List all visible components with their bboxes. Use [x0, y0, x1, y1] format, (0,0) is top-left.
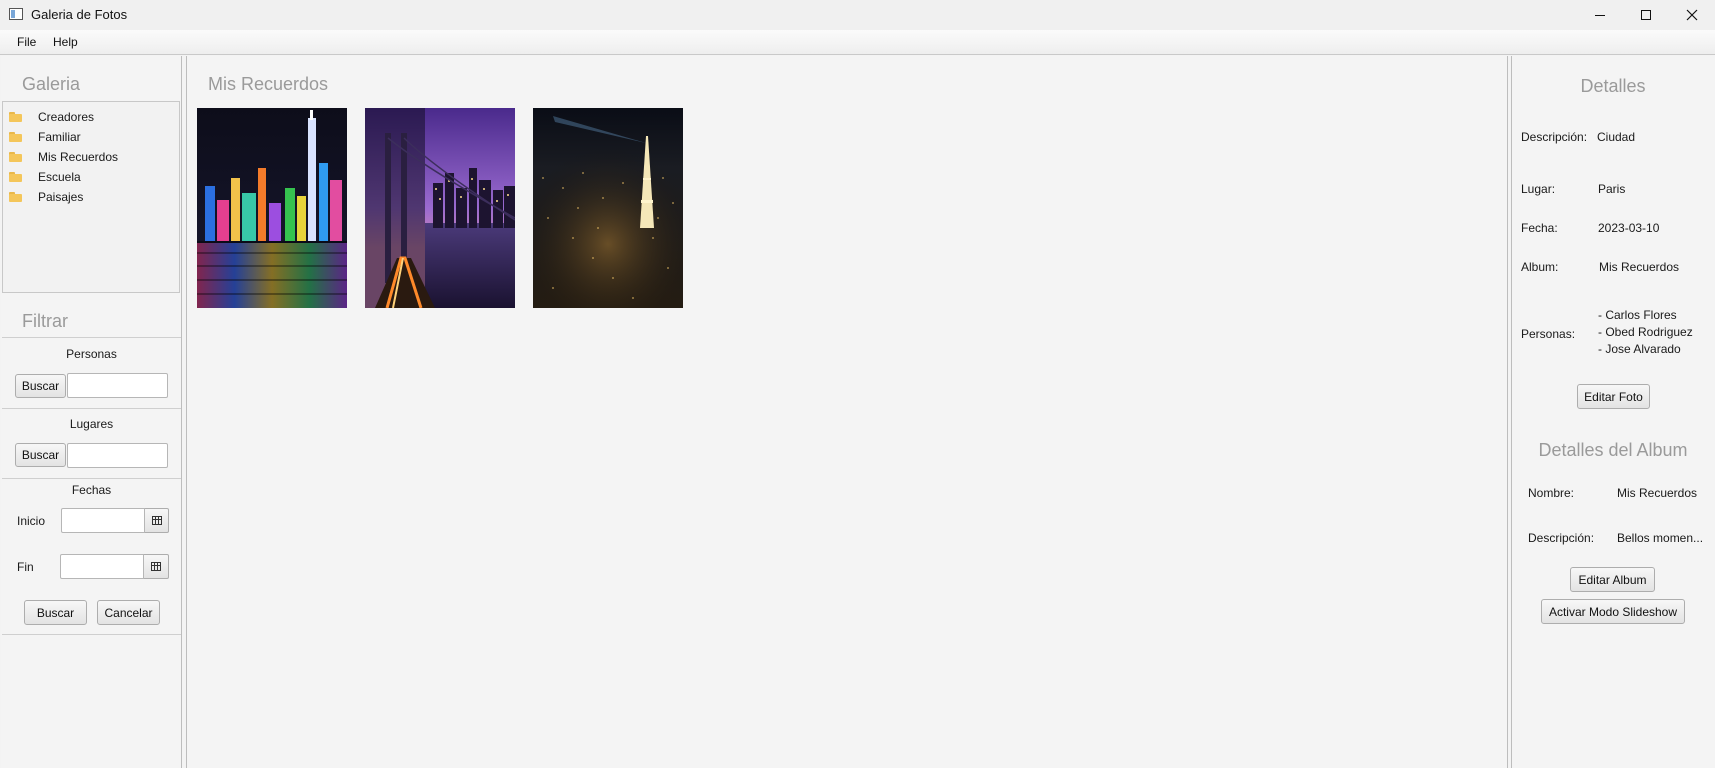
dates-filter-label: Fechas — [71, 483, 112, 497]
tree-item-label: Paisajes — [38, 190, 84, 204]
folder-icon — [9, 132, 22, 142]
places-filter-label: Lugares — [69, 417, 114, 431]
menu-bar: File Help — [0, 30, 1715, 55]
album-description-value: Bellos momen... — [1617, 531, 1704, 545]
people-search-input[interactable] — [67, 373, 168, 398]
calendar-icon — [151, 516, 162, 525]
person-name: - Carlos Flores — [1598, 308, 1677, 322]
folder-icon — [9, 172, 22, 182]
date-cancel-button[interactable]: Cancelar — [97, 600, 160, 625]
maximize-icon — [1641, 10, 1651, 20]
app-icon — [9, 8, 23, 20]
bay-bridge-city-photo[interactable] — [365, 108, 515, 308]
end-date-label: Fin — [17, 560, 34, 574]
divider — [2, 478, 181, 479]
folder-icon — [9, 112, 22, 122]
person-name: - Jose Alvarado — [1598, 342, 1681, 356]
paris-eiffel-night-photo[interactable] — [533, 108, 683, 308]
description-value: Ciudad — [1597, 130, 1636, 144]
album-tree[interactable]: Creadores Familiar Mis Recuerdos Escuela… — [2, 101, 180, 293]
tree-item-label: Familiar — [38, 130, 81, 144]
tree-item-label: Mis Recuerdos — [38, 150, 119, 164]
close-icon — [1686, 9, 1698, 21]
title-bar: Galeria de Fotos — [0, 0, 1715, 30]
album-description-label: Descripción: — [1528, 531, 1595, 545]
close-button[interactable] — [1669, 0, 1715, 30]
window-title: Galeria de Fotos — [31, 7, 128, 22]
start-date-label: Inicio — [17, 514, 46, 528]
tree-item-familiar[interactable]: Familiar — [9, 127, 179, 147]
tree-item-escuela[interactable]: Escuela — [9, 167, 179, 187]
tree-item-mis-recuerdos[interactable]: Mis Recuerdos — [9, 147, 179, 167]
date-search-button[interactable]: Buscar — [24, 600, 87, 625]
album-name-value: Mis Recuerdos — [1617, 486, 1698, 500]
album-name-label: Nombre: — [1528, 486, 1575, 500]
start-date-input[interactable] — [61, 508, 145, 533]
end-date-input[interactable] — [60, 554, 144, 579]
eiffel-night-photo-icon — [533, 108, 683, 308]
folder-icon — [9, 192, 22, 202]
menu-help[interactable]: Help — [53, 35, 78, 49]
date-label: Fecha: — [1521, 221, 1558, 235]
place-label: Lugar: — [1521, 182, 1556, 196]
tree-item-label: Escuela — [38, 170, 81, 184]
places-search-button[interactable]: Buscar — [15, 443, 66, 467]
person-name: - Obed Rodriguez — [1598, 325, 1693, 339]
divider — [2, 408, 181, 409]
folder-icon — [9, 152, 22, 162]
end-date-picker-button[interactable] — [144, 554, 169, 579]
calendar-icon — [151, 562, 161, 571]
slideshow-button[interactable]: Activar Modo Slideshow — [1541, 599, 1685, 624]
date-value: 2023-03-10 — [1598, 221, 1660, 235]
edit-photo-button[interactable]: Editar Foto — [1577, 384, 1650, 409]
divider — [2, 634, 181, 635]
hong-kong-skyline-photo[interactable] — [197, 108, 347, 308]
minimize-button[interactable] — [1577, 0, 1623, 30]
divider — [2, 337, 181, 338]
start-date-picker-button[interactable] — [145, 508, 169, 533]
album-title: Mis Recuerdos — [208, 74, 329, 94]
album-label: Album: — [1521, 260, 1559, 274]
edit-album-button[interactable]: Editar Album — [1570, 567, 1655, 592]
places-search-input[interactable] — [67, 443, 168, 468]
people-label: Personas: — [1521, 327, 1576, 341]
gallery-title: Galeria — [22, 74, 81, 94]
tree-item-paisajes[interactable]: Paisajes — [9, 187, 179, 207]
details-panel — [1511, 56, 1715, 768]
menu-file[interactable]: File — [17, 35, 36, 49]
maximize-button[interactable] — [1623, 0, 1669, 30]
album-details-title: Detalles del Album — [1538, 440, 1688, 460]
tree-item-label: Creadores — [38, 110, 95, 124]
tree-item-creadores[interactable]: Creadores — [9, 107, 179, 127]
description-label: Descripción: — [1521, 130, 1588, 144]
minimize-icon — [1595, 14, 1605, 16]
people-filter-label: Personas — [66, 347, 117, 361]
bridge-night-photo-icon — [365, 108, 515, 308]
album-value: Mis Recuerdos — [1599, 260, 1680, 274]
filter-title: Filtrar — [22, 311, 68, 331]
place-value: Paris — [1598, 182, 1626, 196]
details-title: Detalles — [1580, 76, 1646, 96]
people-search-button[interactable]: Buscar — [15, 374, 66, 398]
city-night-photo-icon — [197, 108, 347, 308]
